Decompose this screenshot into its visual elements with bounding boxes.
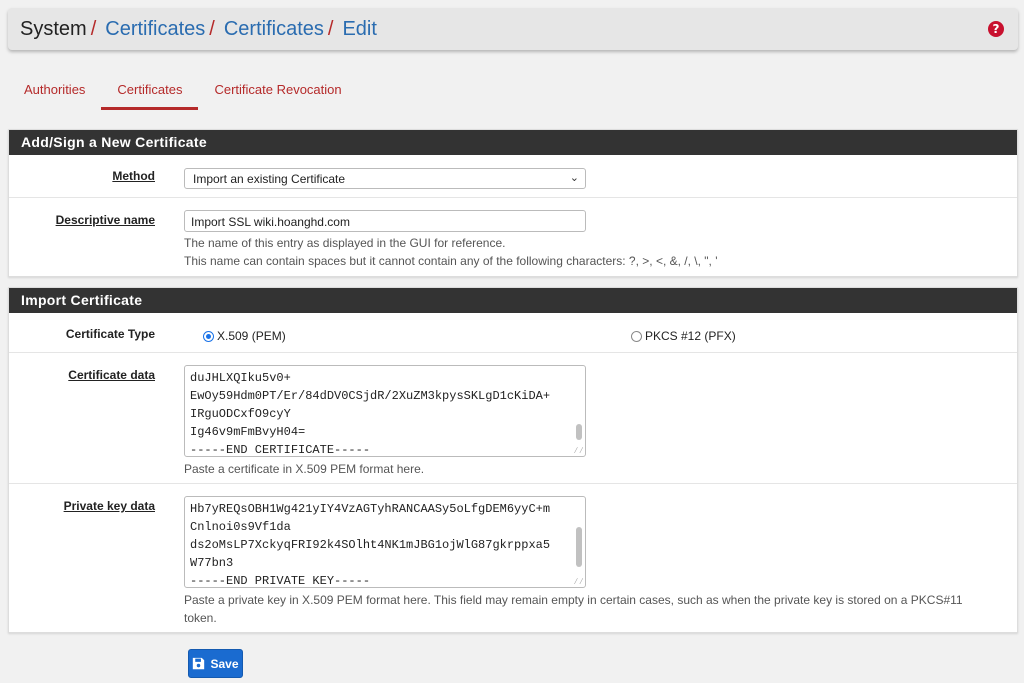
descriptive-name-input[interactable]: Import SSL wiki.hoanghd.com: [184, 210, 586, 232]
save-button[interactable]: Save: [188, 649, 243, 678]
question-circle-icon[interactable]: ?: [988, 21, 1004, 37]
breadcrumb-separator: /: [90, 17, 97, 40]
textarea-line: W77bn3: [190, 556, 234, 570]
textarea-line: -----END PRIVATE KEY-----: [190, 574, 371, 588]
panel-heading-add-sign: Add/Sign a New Certificate: [9, 130, 1017, 155]
textarea-line: EwOy59Hdm0PT/Er/84dDV0CSjdR/2XuZM3kpysSK…: [190, 389, 551, 403]
row-certificate-data: Certificate data duJHLXQIku5v0+ EwOy59Hd…: [9, 353, 1017, 484]
certificate-data-label: Certificate data: [68, 368, 155, 382]
textarea-line: Cnlnoi0s9Vf1da: [190, 520, 291, 534]
scrollbar-thumb[interactable]: [576, 424, 582, 440]
private-key-data-textarea[interactable]: Hb7yREQsOBH1Wg421yIY4VzAGTyhRANCAASy5oLf…: [184, 496, 586, 588]
radio-x509-label: X.509 (PEM): [217, 329, 286, 343]
row-method: Method Import an existing Certificate ⌄: [9, 155, 1017, 198]
descriptive-name-field: Import SSL wiki.hoanghd.com The name of …: [184, 210, 718, 270]
tab-bar: Authorities Certificates Certificate Rev…: [8, 70, 358, 112]
chevron-down-icon: ⌄: [569, 172, 579, 184]
save-button-label: Save: [210, 656, 239, 671]
breadcrumb-separator: /: [327, 17, 334, 40]
tab-authorities[interactable]: Authorities: [8, 70, 101, 110]
row-private-key-data: Private key data Hb7yREQsOBH1Wg421yIY4Vz…: [9, 484, 1017, 633]
certificate-data-help: Paste a certificate in X.509 PEM format …: [184, 462, 425, 476]
panel-import-certificate: Import Certificate Certificate Type X.50…: [8, 287, 1018, 633]
textarea-line: ds2oMsLP7XckyqFRI92k4SOlht4NK1mJBG1ojWlG…: [190, 538, 551, 552]
breadcrumb-certificates-2[interactable]: Certificates: [224, 18, 324, 41]
certificate-data-field: duJHLXQIku5v0+ EwOy59Hdm0PT/Er/84dDV0CSj…: [184, 365, 586, 478]
tab-certificate-revocation[interactable]: Certificate Revocation: [198, 70, 357, 110]
private-key-data-field: Hb7yREQsOBH1Wg421yIY4VzAGTyhRANCAASy5oLf…: [184, 496, 994, 627]
radio-button-checked[interactable]: [203, 330, 214, 342]
breadcrumb-separator: /: [209, 17, 215, 40]
textarea-line: Ig46v9mFmBvyH04=: [190, 425, 306, 439]
radio-pkcs12-pfx[interactable]: PKCS #12 (PFX): [631, 329, 736, 343]
textarea-line: IRguODCxfO9cyY: [190, 407, 291, 421]
method-field: Import an existing Certificate ⌄: [184, 168, 586, 189]
tab-certificates[interactable]: Certificates: [101, 70, 199, 110]
descriptive-name-help-1: The name of this entry as displayed in t…: [184, 236, 506, 250]
descriptive-name-label: Descriptive name: [55, 213, 155, 227]
textarea-line: Hb7yREQsOBH1Wg421yIY4VzAGTyhRANCAASy5oLf…: [190, 502, 551, 516]
breadcrumb-certificates-1[interactable]: Certificates: [105, 18, 205, 41]
resize-handle-icon[interactable]: ∕∕: [573, 578, 584, 587]
row-descriptive-name: Descriptive name Import SSL wiki.hoanghd…: [9, 198, 1017, 277]
radio-button[interactable]: [631, 330, 642, 342]
radio-x509-pem[interactable]: X.509 (PEM): [203, 329, 286, 343]
panel-add-sign: Add/Sign a New Certificate Method Import…: [8, 129, 1018, 277]
scrollbar-thumb[interactable]: [576, 527, 582, 567]
breadcrumb-edit[interactable]: Edit: [342, 18, 376, 41]
panel-heading-import: Import Certificate: [9, 288, 1017, 313]
resize-handle-icon[interactable]: ∕∕: [573, 447, 584, 456]
radio-pkcs12-label: PKCS #12 (PFX): [645, 329, 736, 343]
method-select-value: Import an existing Certificate: [193, 172, 346, 186]
row-certificate-type: Certificate Type X.509 (PEM) PKCS #12 (P…: [9, 313, 1017, 353]
method-label: Method: [112, 169, 155, 183]
descriptive-name-help-2: This name can contain spaces but it cann…: [184, 254, 718, 268]
textarea-line: -----END CERTIFICATE-----: [190, 443, 371, 457]
certificate-type-label: Certificate Type: [65, 327, 155, 341]
certificate-data-textarea[interactable]: duJHLXQIku5v0+ EwOy59Hdm0PT/Er/84dDV0CSj…: [184, 365, 586, 457]
private-key-data-label: Private key data: [63, 499, 155, 513]
private-key-data-help-1: Paste a private key in X.509 PEM format …: [184, 593, 963, 607]
method-select[interactable]: Import an existing Certificate ⌄: [184, 168, 586, 189]
breadcrumb-system: System: [20, 17, 87, 40]
floppy-disk-icon: [193, 657, 205, 670]
breadcrumb: System / Certificates / Certificates / E…: [8, 8, 1018, 50]
textarea-line: duJHLXQIku5v0+: [190, 371, 291, 385]
private-key-data-help-2: token.: [184, 611, 217, 625]
